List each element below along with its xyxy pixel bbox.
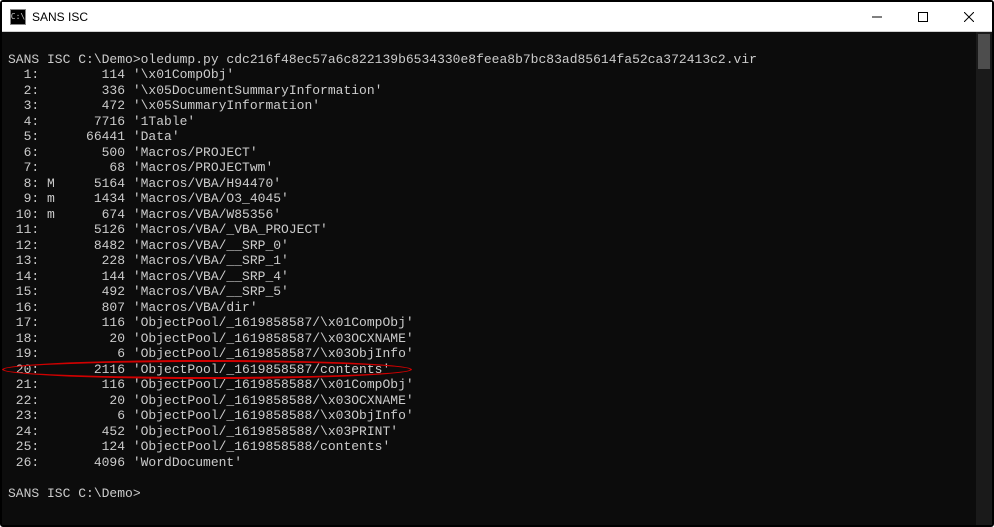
minimize-button[interactable] <box>854 2 900 31</box>
terminal-output[interactable]: SANS ISC C:\Demo>oledump.py cdc216f48ec5… <box>2 32 992 525</box>
scrollbar-vertical[interactable] <box>976 32 992 525</box>
app-icon: C:\ <box>10 9 26 25</box>
window-controls <box>854 2 992 31</box>
scrollbar-thumb[interactable] <box>978 34 990 69</box>
close-button[interactable] <box>946 2 992 31</box>
maximize-button[interactable] <box>900 2 946 31</box>
titlebar: C:\ SANS ISC <box>2 2 992 32</box>
window-title: SANS ISC <box>32 10 854 24</box>
terminal-area: SANS ISC C:\Demo>oledump.py cdc216f48ec5… <box>2 32 992 525</box>
